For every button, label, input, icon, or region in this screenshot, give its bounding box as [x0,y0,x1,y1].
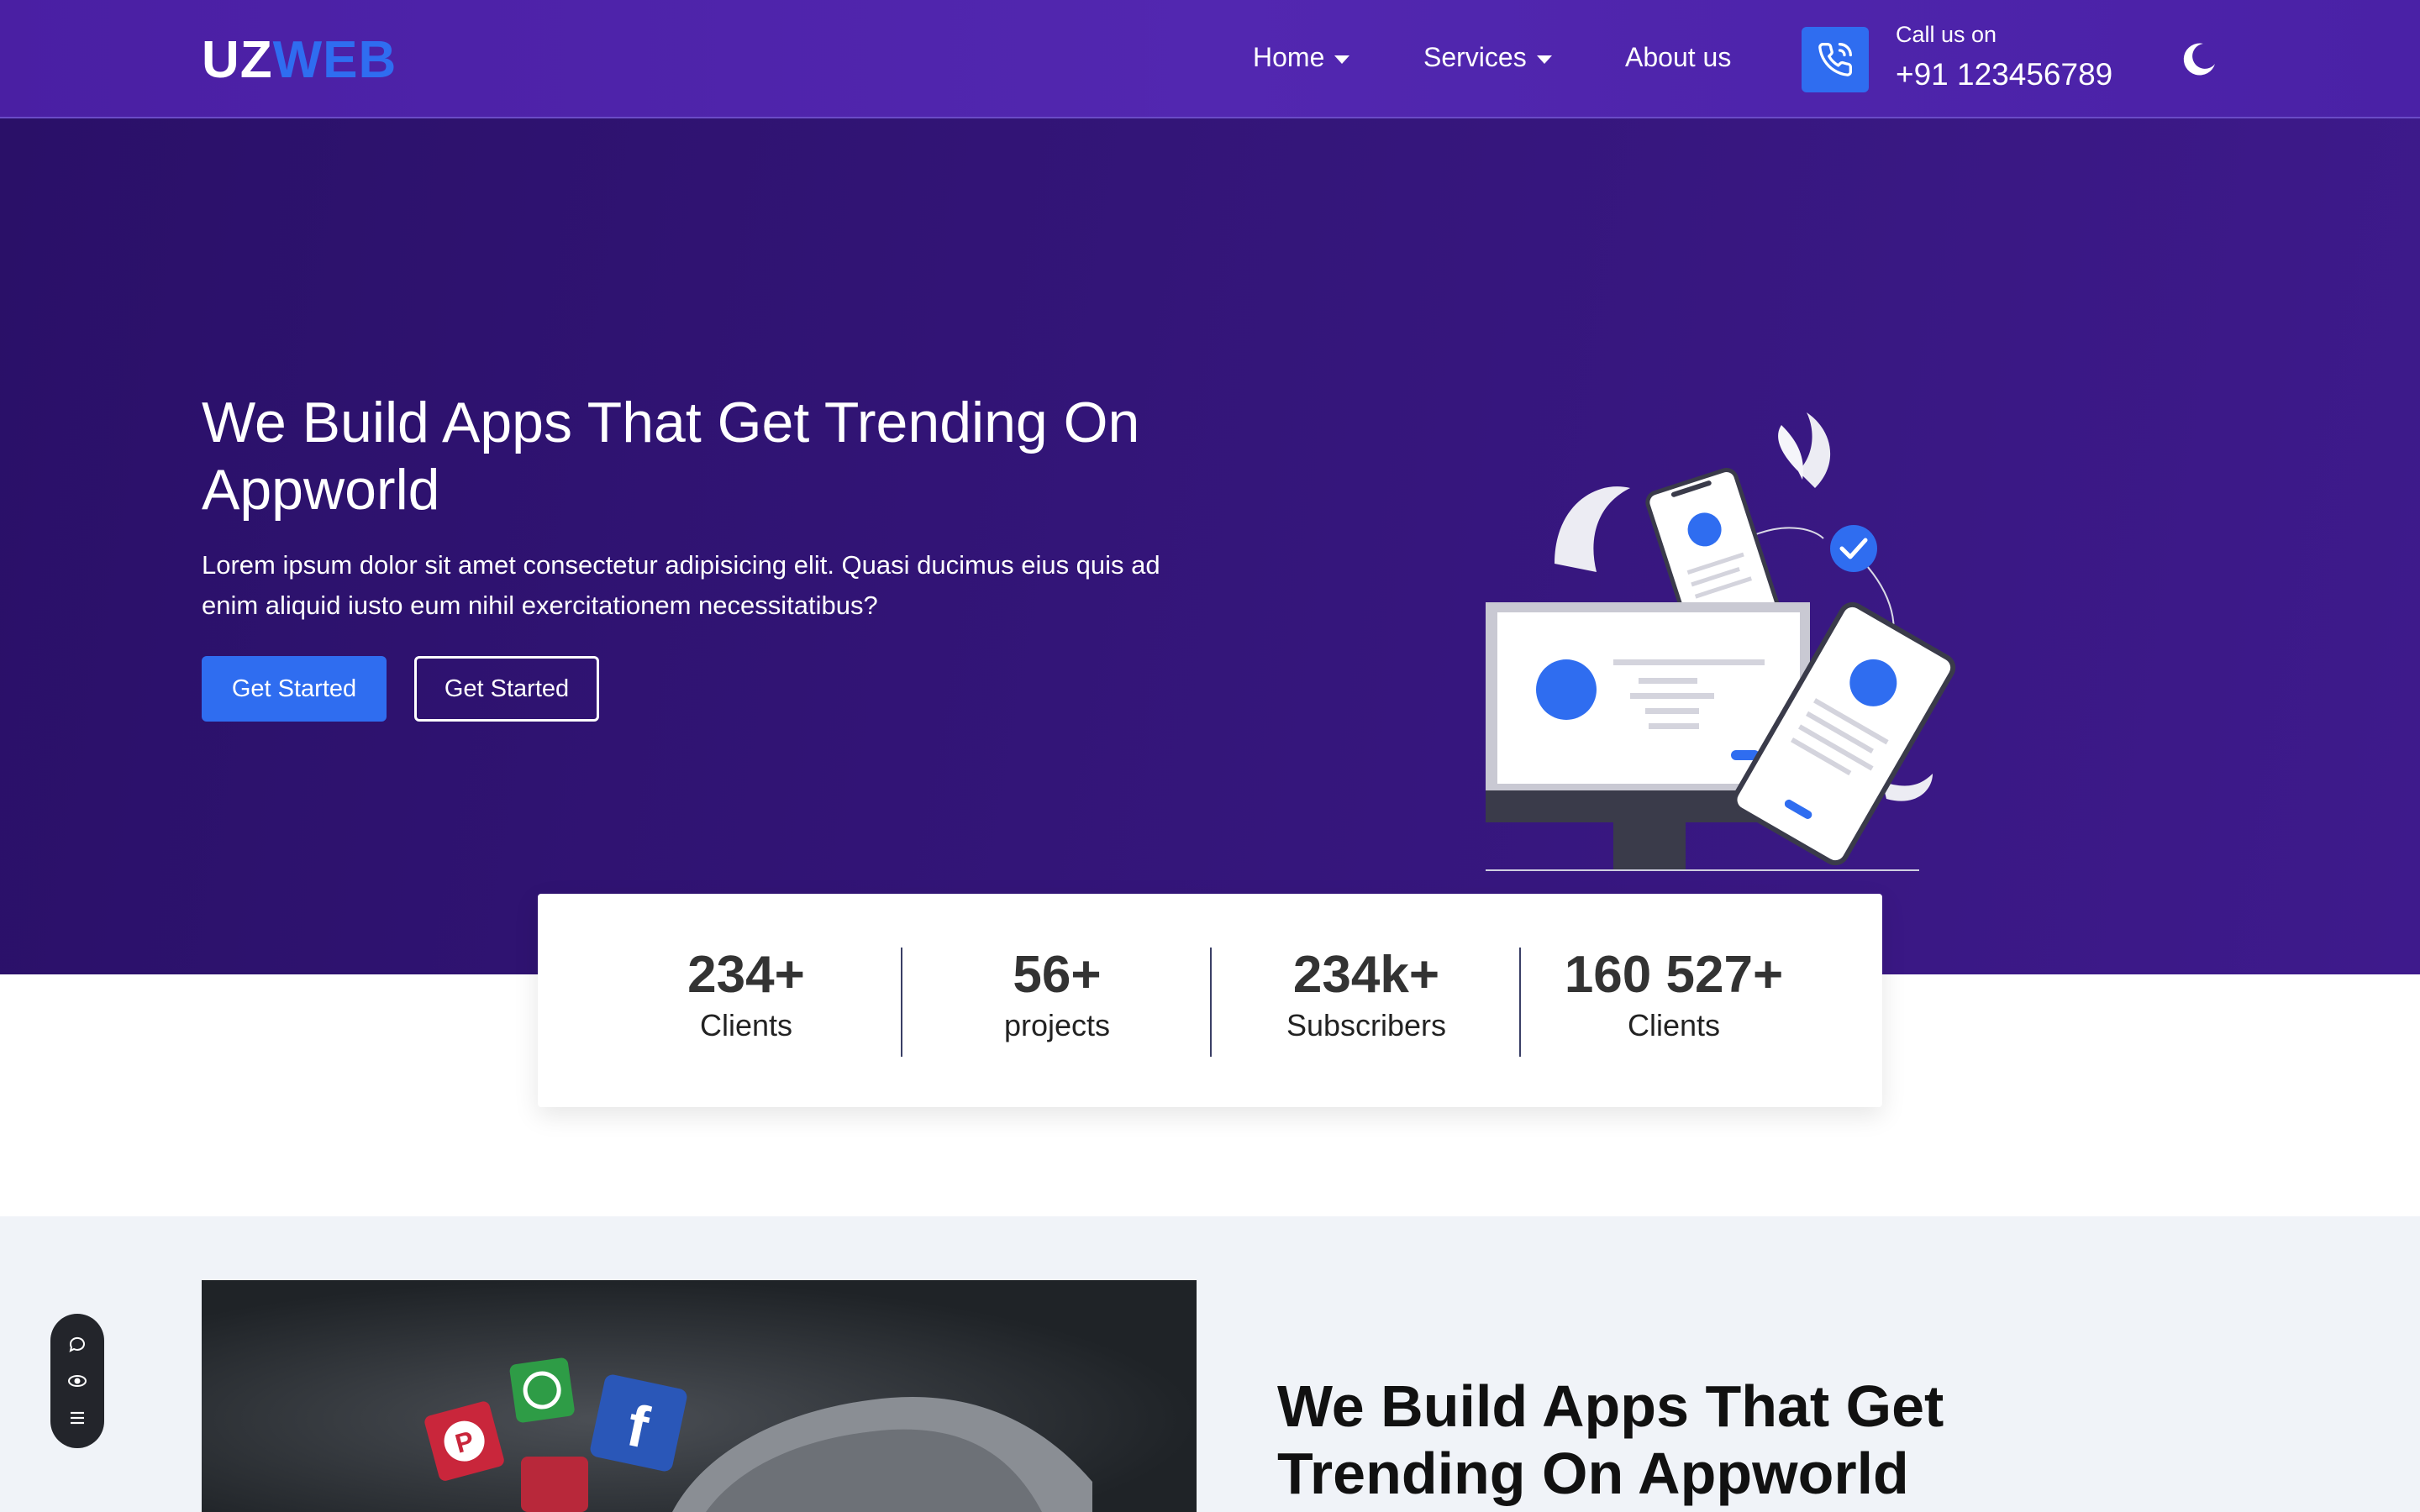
stat-value: 56+ [1013,946,1102,1004]
stat-item: 56+ projects [931,946,1183,1047]
stats-card: 234+ Clients 56+ projects 234k+ Subscrib… [538,894,1882,1107]
stat-value: 234k+ [1292,946,1440,1004]
stat-value: 234+ [687,946,805,1004]
stat-label: Clients [1627,1008,1721,1042]
stat-label: Clients [699,1008,793,1042]
social-apps-photo: P f [202,1280,1197,1512]
nav-services-label: Services [1423,42,1527,72]
logo-part-uz: UZ [202,31,273,89]
nav-home[interactable]: Home [1253,42,1350,73]
stat-value: 160 527+ [1564,946,1784,1004]
nav-home-label: Home [1253,42,1325,72]
stat-item: 160 527+ Clients [1548,946,1800,1047]
menu-icon[interactable] [66,1406,89,1430]
apps-illustration [1486,412,1956,871]
hero-title: We Build Apps That Get Trending On Appwo… [202,391,1140,522]
stat-label: Subscribers [1286,1008,1447,1042]
logo[interactable]: UZWEB [202,30,397,90]
nav-services[interactable]: Services [1423,42,1552,73]
hero-description: Lorem ipsum dolor sit amet consectetur a… [202,550,1160,620]
chat-icon[interactable] [66,1332,89,1356]
stat-divider [1210,948,1212,1057]
eye-icon[interactable] [66,1369,89,1393]
floating-toolbar [50,1314,104,1448]
caret-down-icon [1334,55,1350,64]
phone-call-icon[interactable] [1802,27,1869,92]
get-started-outline-button[interactable]: Get Started [414,656,599,722]
nav-about-label: About us [1625,42,1732,72]
hero-section: We Build Apps That Get Trending On Appwo… [0,118,2420,974]
stat-item: 234k+ Subscribers [1240,946,1492,1047]
call-label: Call us on [1896,22,1997,47]
section-title: We Build Apps That Get Trending On Appwo… [1277,1373,1944,1506]
caret-down-icon [1536,55,1552,64]
site-header: UZWEB Home Services About us Call us on … [0,0,2420,118]
call-number[interactable]: +91 123456789 [1896,57,2112,92]
stat-divider [1519,948,1521,1057]
moon-icon[interactable] [2178,39,2218,79]
stat-label: projects [1003,1008,1111,1042]
nav-about[interactable]: About us [1625,42,1731,73]
get-started-button[interactable]: Get Started [202,656,387,722]
logo-part-web: WEB [272,31,397,89]
stat-item: 234+ Clients [620,946,872,1047]
stat-divider [901,948,902,1057]
